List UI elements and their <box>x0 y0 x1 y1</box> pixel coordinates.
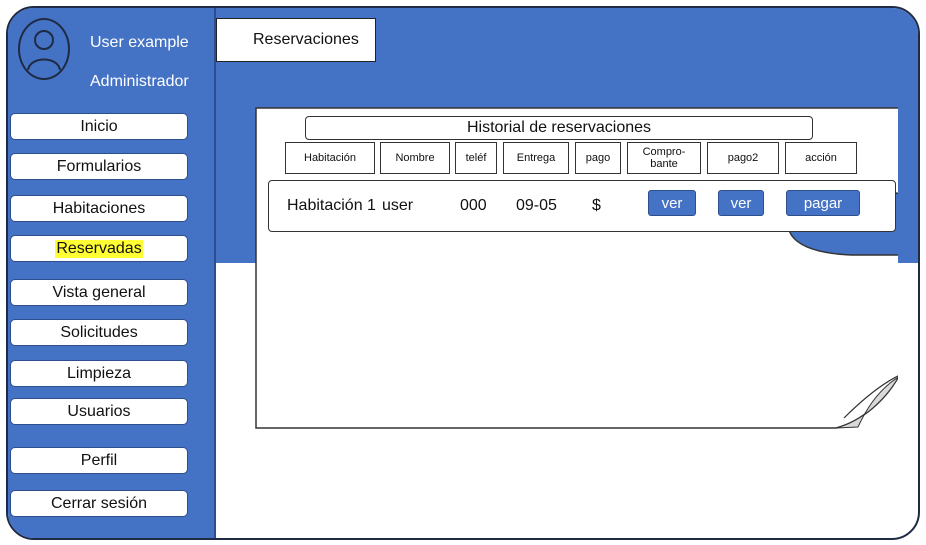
comprobante-ver-button[interactable]: ver <box>648 190 696 216</box>
user-avatar-icon[interactable] <box>18 18 70 80</box>
sidebar-item-inicio[interactable]: Inicio <box>10 113 188 140</box>
sidebar-item-cerrar-sesion[interactable]: Cerrar sesión <box>10 490 188 517</box>
sidebar-item-label: Vista general <box>52 283 146 301</box>
sidebar-item-label: Habitaciones <box>52 199 146 217</box>
page-title: Reservaciones <box>216 18 376 62</box>
row-nombre: user <box>382 197 414 214</box>
table-title: Historial de reservaciones <box>305 116 813 140</box>
col-header-entrega: Entrega <box>503 142 569 174</box>
col-header-nombre: Nombre <box>380 142 450 174</box>
row-entrega: 09-05 <box>516 197 557 214</box>
sidebar-item-perfil[interactable]: Perfil <box>10 447 188 474</box>
sidebar-item-label: Cerrar sesión <box>50 494 148 512</box>
sidebar-item-label: Reservadas <box>55 239 143 258</box>
row-habitacion: Habitación 1 <box>287 197 376 214</box>
sidebar-item-label: Perfil <box>80 451 118 469</box>
sidebar-item-habitaciones[interactable]: Habitaciones <box>10 195 188 222</box>
col-header-pago: pago <box>575 142 621 174</box>
col-header-comprobante: Compro- bante <box>627 142 701 174</box>
sidebar-item-label: Usuarios <box>67 402 131 420</box>
sidebar-item-label: Inicio <box>80 117 118 135</box>
sidebar-item-label: Limpieza <box>66 364 132 382</box>
col-header-pago2: pago2 <box>707 142 779 174</box>
sidebar-item-label: Formularios <box>56 157 142 175</box>
col-header-telefono: teléf <box>455 142 497 174</box>
sidebar-item-solicitudes[interactable]: Solicitudes <box>10 319 188 346</box>
pagar-button[interactable]: pagar <box>786 190 860 216</box>
sidebar-item-vista-general[interactable]: Vista general <box>10 279 188 306</box>
user-name: User example <box>90 34 189 51</box>
sidebar-item-usuarios[interactable]: Usuarios <box>10 398 188 425</box>
row-pago: $ <box>592 197 601 214</box>
sidebar-item-label: Solicitudes <box>60 323 138 341</box>
col-header-accion: acción <box>785 142 857 174</box>
user-role: Administrador <box>90 73 189 90</box>
pago2-ver-button[interactable]: ver <box>718 190 764 216</box>
sidebar-item-limpieza[interactable]: Limpieza <box>10 360 188 387</box>
sidebar-item-formularios[interactable]: Formularios <box>10 153 188 180</box>
col-header-habitacion: Habitación <box>285 142 375 174</box>
sidebar-item-reservadas[interactable]: Reservadas <box>10 235 188 262</box>
row-telefono: 000 <box>460 197 487 214</box>
